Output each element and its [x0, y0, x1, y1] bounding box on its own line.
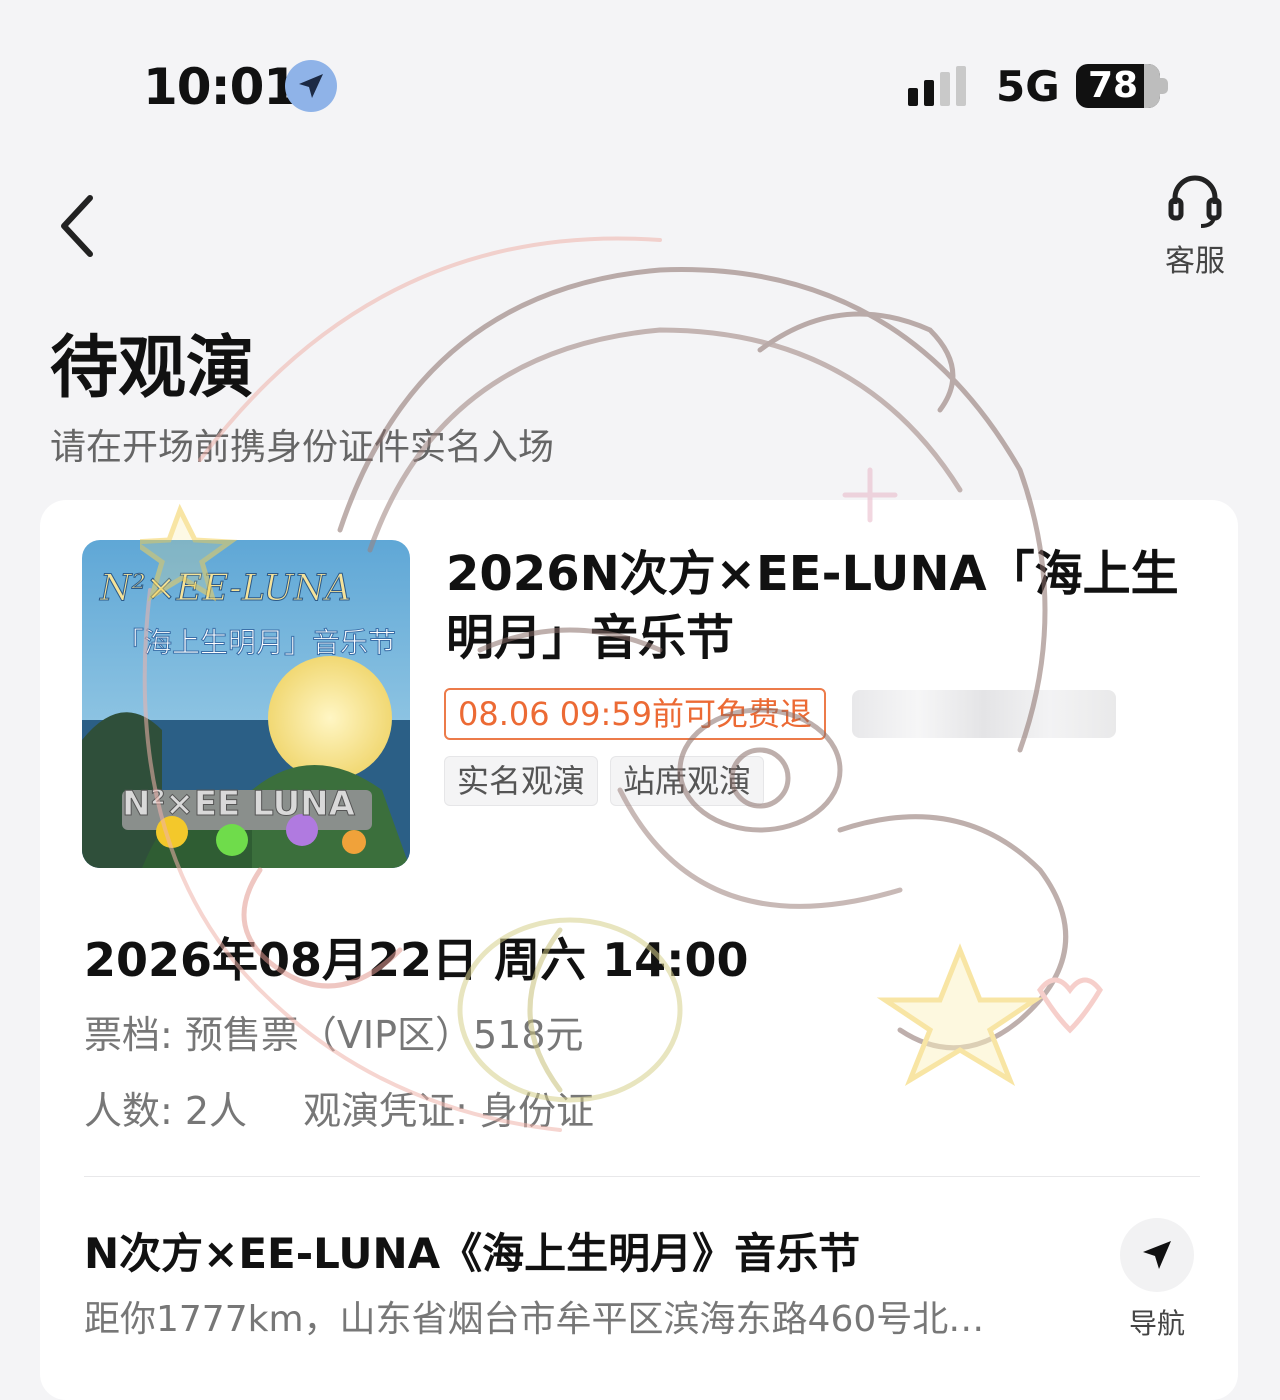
venue-name: N次方×EE-LUNA《海上生明月》音乐节 [84, 1229, 861, 1278]
battery-icon: 78 [1076, 64, 1160, 108]
network-type: 5G [996, 62, 1060, 111]
headset-icon [1168, 175, 1222, 228]
status-time: 10:01 [143, 58, 298, 116]
poster-main-text: 「海上生明月」音乐节 [116, 626, 396, 659]
people-and-credential: 人数: 2人 观演凭证: 身份证 [84, 1080, 594, 1135]
navigation-button[interactable]: 导航 [1116, 1218, 1198, 1342]
navigation-label: 导航 [1128, 1307, 1185, 1340]
event-datetime: 2026年08月22日 周六 14:00 [84, 933, 749, 987]
battery-tip [1160, 78, 1168, 94]
event-title: 2026N次方×EE-LUNA「海上生明月」音乐节 [446, 546, 1179, 666]
refund-notice-badge: 08.06 09:59前可免费退 [444, 688, 827, 740]
back-button[interactable] [50, 190, 110, 262]
tag-real-name: 实名观演 [444, 756, 599, 806]
navigation-arrow-icon [1143, 1241, 1171, 1269]
ticket-tier: 票档: 预售票（VIP区）518元 [84, 1013, 584, 1057]
poster-top-text: N²×EE-LUNA [99, 568, 351, 609]
order-card[interactable]: N²×EE-LUNA 「海上生明月」音乐节 N²×EE LUNA 2026N次方… [40, 500, 1238, 1400]
divider [84, 1176, 1200, 1177]
event-poster-image[interactable]: N²×EE-LUNA 「海上生明月」音乐节 N²×EE LUNA [82, 540, 410, 868]
customer-service-button[interactable]: 客服 [1150, 172, 1240, 282]
location-arrow-icon [285, 60, 337, 112]
credential-type: 观演凭证: 身份证 [303, 1089, 594, 1133]
blurred-info [852, 690, 1116, 738]
people-count: 人数: 2人 [84, 1089, 248, 1133]
signal-icon [908, 66, 974, 108]
page-subtitle: 请在开场前携身份证件实名入场 [50, 427, 555, 468]
page-title: 待观演 [50, 329, 255, 408]
tag-standing: 站席观演 [610, 756, 765, 806]
venue-address: 距你1777km，山东省烟台市牟平区滨海东路460号北… [84, 1299, 985, 1340]
tag-list: 实名观演 站席观演 [444, 756, 765, 806]
customer-service-label: 客服 [1165, 244, 1225, 279]
battery-level: 78 [1088, 65, 1139, 106]
chevron-left-icon [61, 195, 93, 257]
poster-bottom-text: N²×EE LUNA [122, 784, 356, 824]
